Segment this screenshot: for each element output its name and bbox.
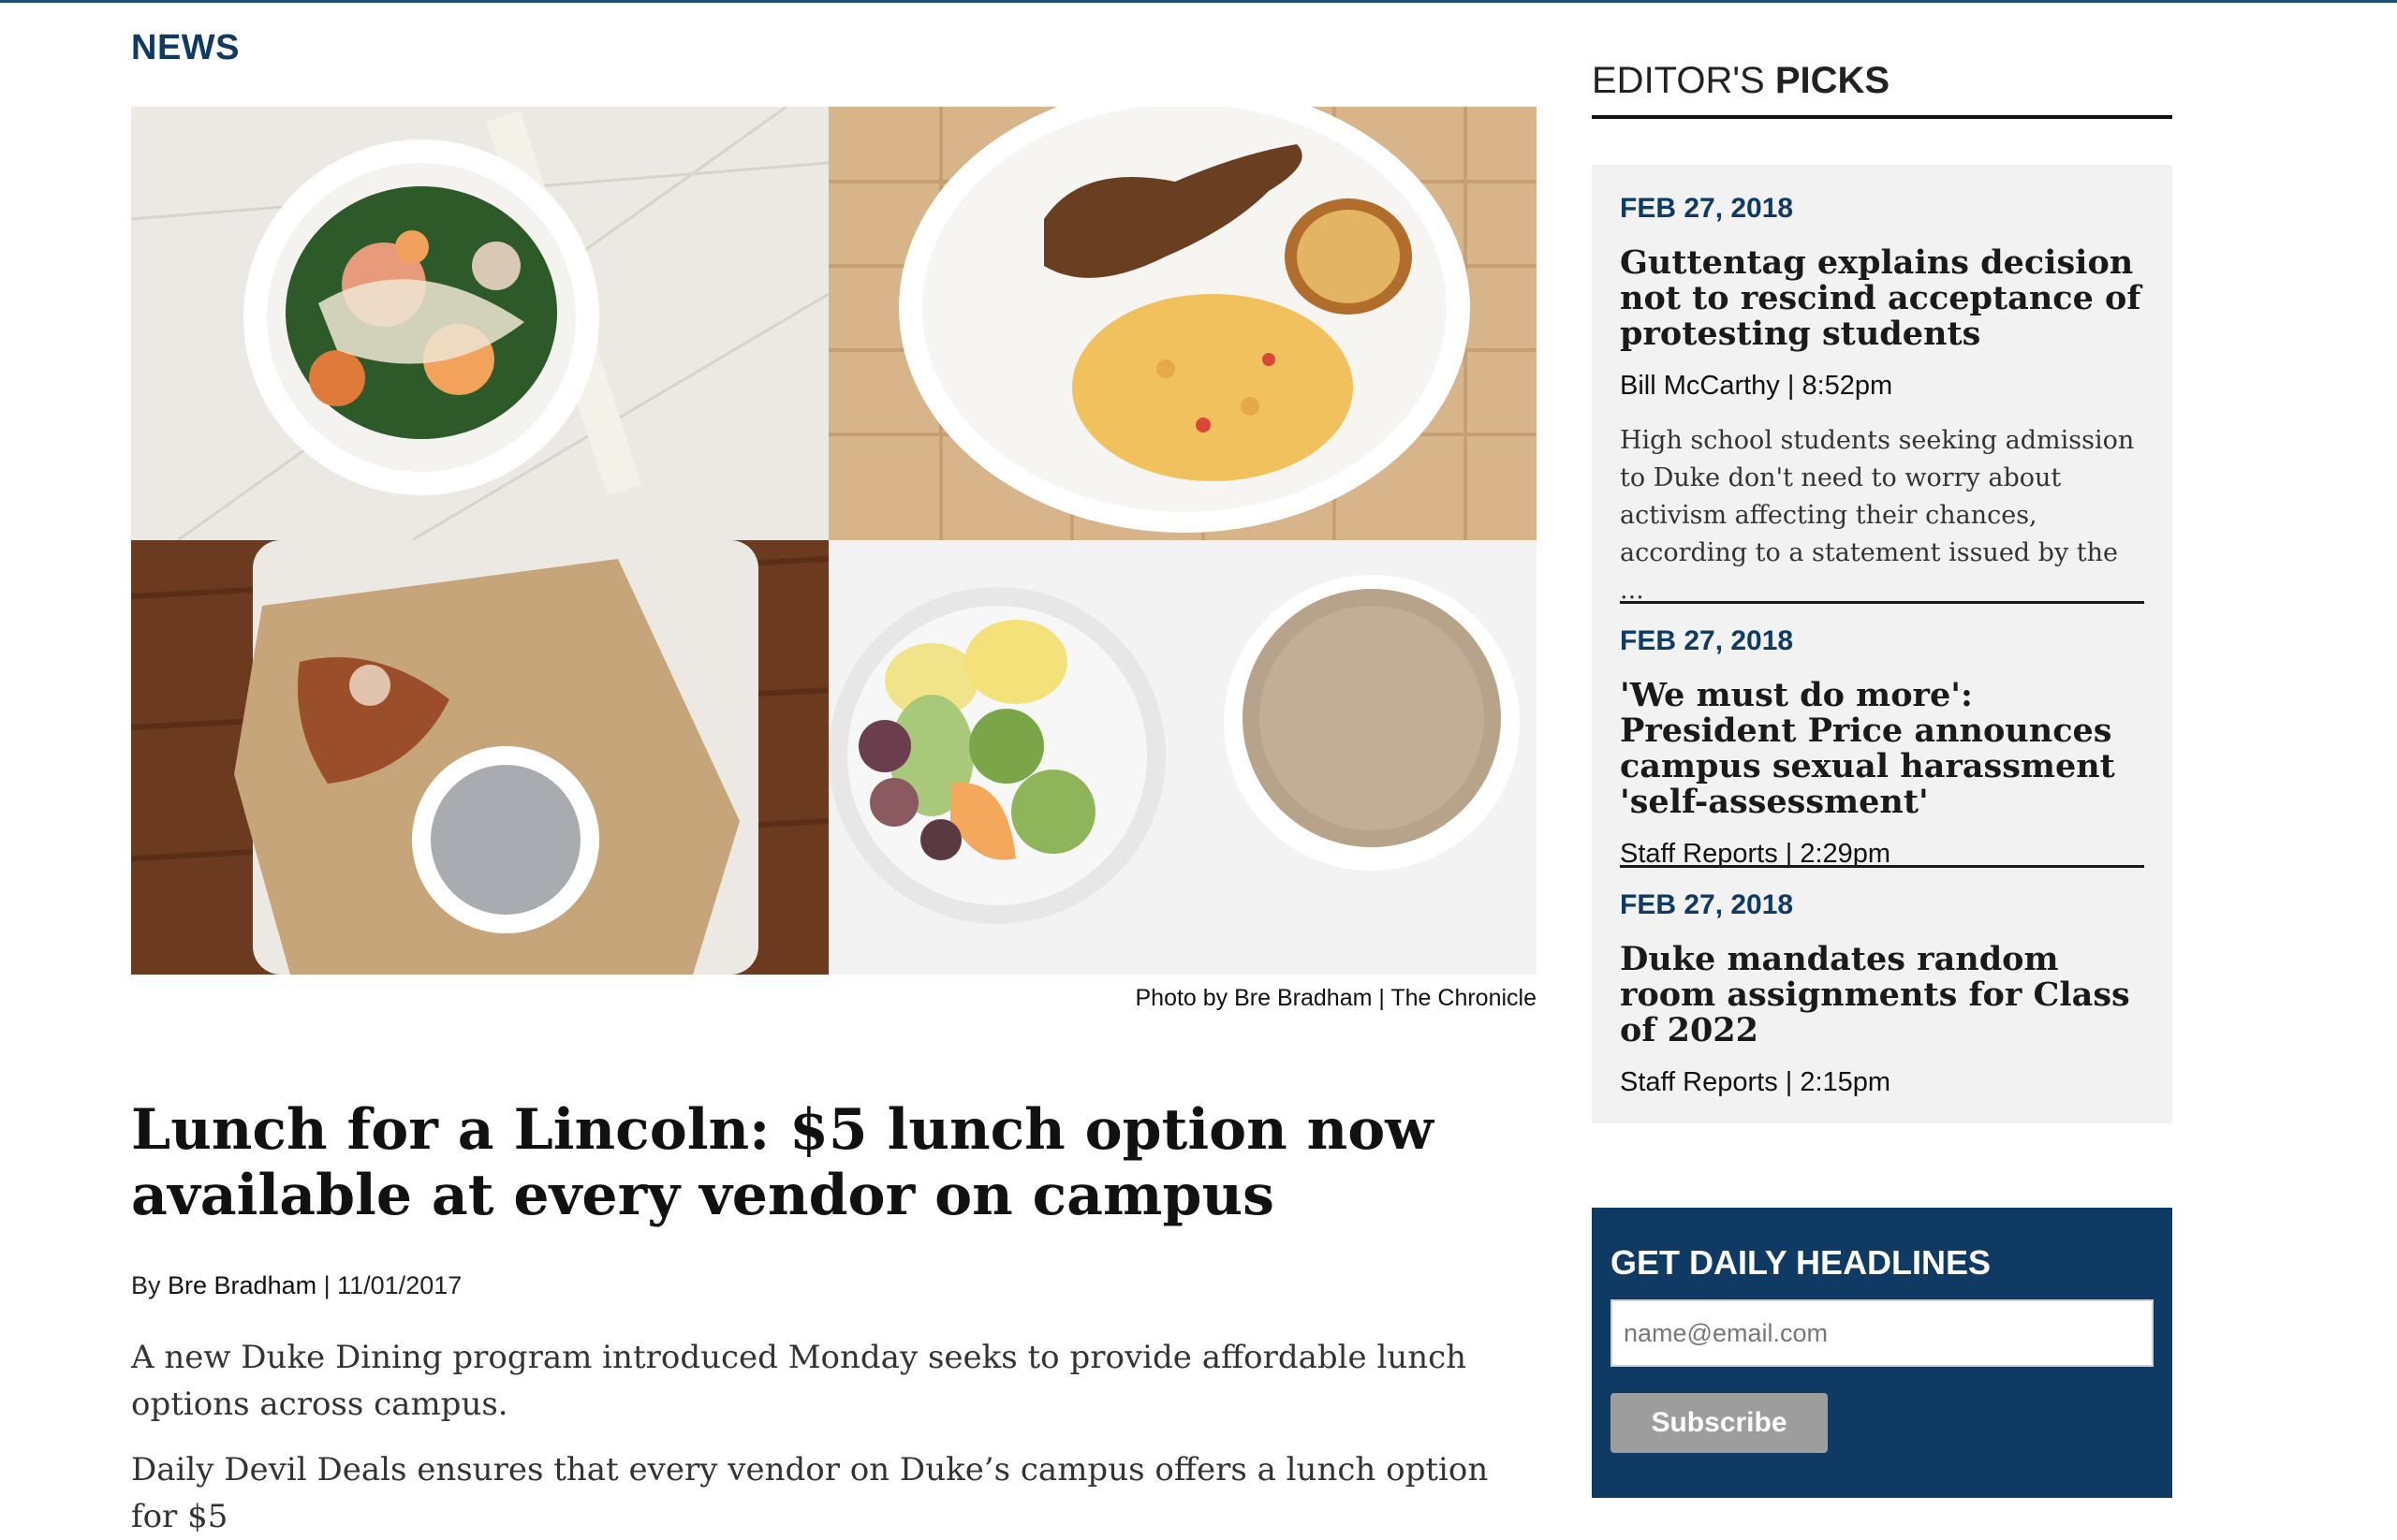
newsletter-signup: GET DAILY HEADLINES Subscribe: [1592, 1208, 2172, 1498]
article-byline: By Bre Bradham | 11/01/2017: [131, 1271, 462, 1300]
byline-prefix: By: [131, 1271, 169, 1299]
article-paragraph: A new Duke Dining program introduced Mon…: [131, 1339, 1467, 1423]
pick-date: FEB 27, 2018: [1620, 889, 1794, 920]
pick-item[interactable]: FEB 27, 2018 Guttentag explains decision…: [1620, 193, 2144, 609]
photo-source: The Chronicle: [1390, 985, 1537, 1011]
pick-item[interactable]: FEB 27, 2018 Duke mandates random room a…: [1620, 889, 2144, 1098]
pick-title-link[interactable]: Guttentag explains decision not to resci…: [1620, 245, 2144, 352]
section-label[interactable]: NEWS: [131, 28, 240, 68]
editors-picks-heading: EDITOR'S PICKS: [1592, 60, 2172, 119]
email-field[interactable]: [1610, 1299, 2154, 1367]
editors-picks-heading-prefix: EDITOR'S: [1592, 60, 1775, 101]
photo-salad-bowl: [131, 107, 829, 540]
caption-separator: |: [1372, 985, 1391, 1011]
photo-caption: Photo by Bre Bradham | The Chronicle: [131, 985, 1537, 1012]
editors-picks-heading-bold: PICKS: [1774, 60, 1890, 101]
article-date: 11/01/2017: [337, 1271, 463, 1299]
editors-picks-panel: FEB 27, 2018 Guttentag explains decision…: [1592, 165, 2172, 1123]
article-photo: [131, 107, 1537, 975]
byline-separator: |: [316, 1271, 338, 1299]
pick-date: FEB 27, 2018: [1620, 625, 1794, 656]
newsletter-title: GET DAILY HEADLINES: [1610, 1243, 1992, 1282]
pick-divider: [1620, 865, 2144, 868]
top-border: [0, 0, 2397, 3]
pick-divider: [1620, 601, 2144, 604]
article-paragraph: Daily Devil Deals ensures that every ven…: [131, 1451, 1489, 1535]
pick-excerpt: High school students seeking admission t…: [1620, 426, 2135, 605]
pick-meta: Staff Reports | 2:15pm: [1620, 1067, 1891, 1097]
pick-date: FEB 27, 2018: [1620, 193, 1794, 224]
subscribe-button[interactable]: Subscribe: [1610, 1393, 1828, 1453]
photo-chicken-plate: [829, 107, 1537, 540]
article-headline: Lunch for a Lincoln: $5 lunch option now…: [131, 1097, 1434, 1228]
pick-title-link[interactable]: Duke mandates random room assignments fo…: [1620, 942, 2144, 1049]
photo-fruit-coffee: [829, 540, 1537, 975]
pick-item[interactable]: FEB 27, 2018 'We must do more': Presiden…: [1620, 625, 2144, 870]
photo-wrap-box: [131, 540, 829, 975]
photo-credit: Photo by Bre Bradham: [1135, 985, 1373, 1011]
author-link[interactable]: Bre Bradham: [168, 1271, 316, 1299]
pick-title-link[interactable]: 'We must do more': President Price annou…: [1620, 678, 2144, 820]
pick-meta: Bill McCarthy | 8:52pm: [1620, 371, 1893, 401]
